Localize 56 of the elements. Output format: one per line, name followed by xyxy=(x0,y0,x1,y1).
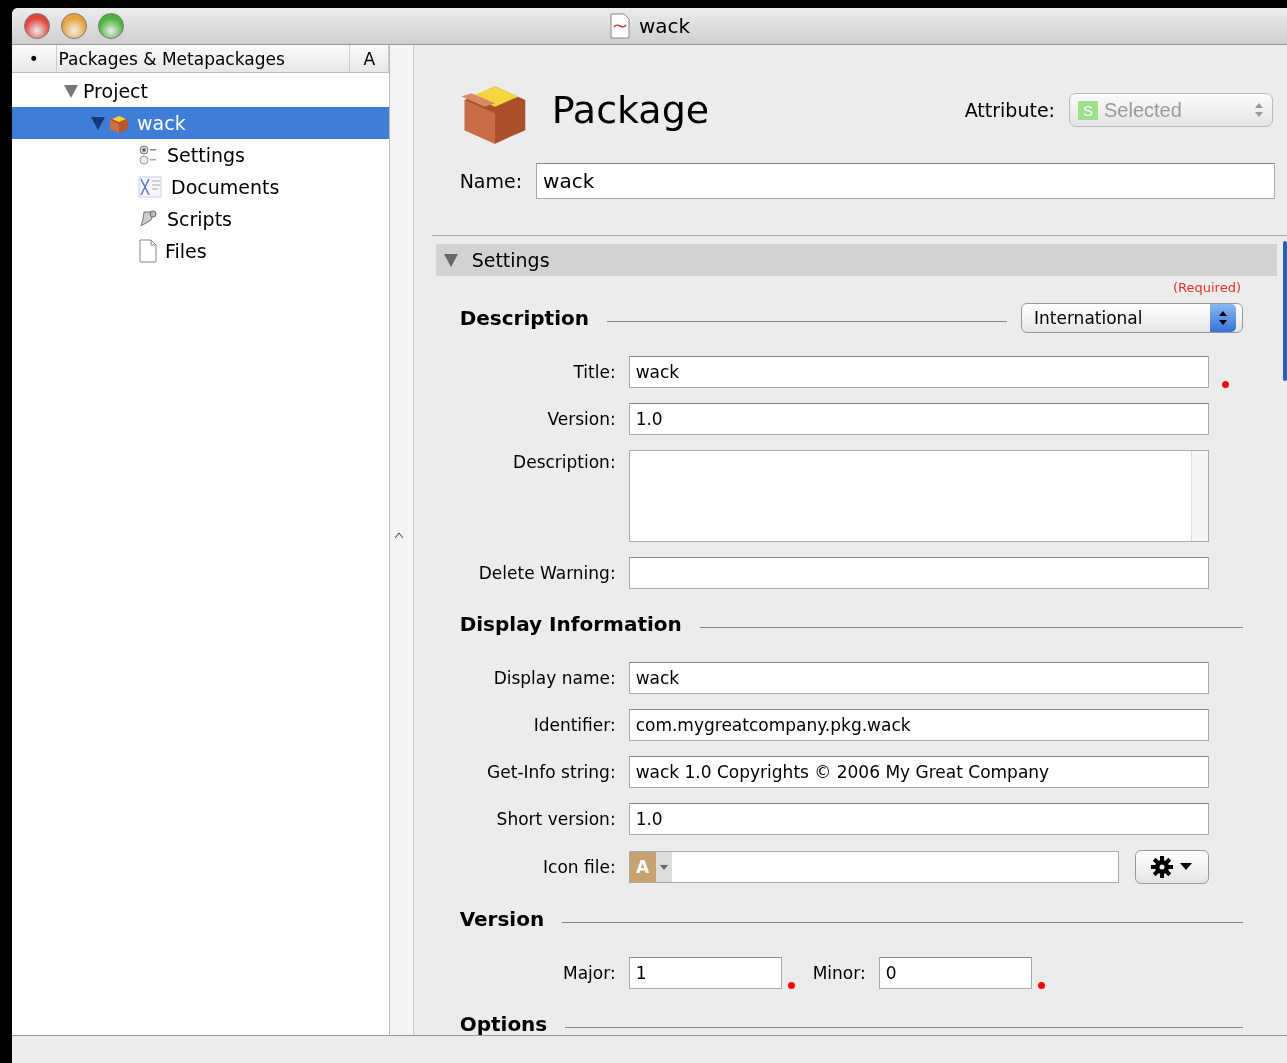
text-field[interactable]: 1.0 xyxy=(628,803,1209,835)
tree-item[interactable]: Files xyxy=(12,235,389,267)
field-label: Delete Warning: xyxy=(477,563,616,583)
text-field[interactable] xyxy=(628,557,1209,589)
scrollbar-thumb[interactable] xyxy=(1283,241,1287,381)
text-field[interactable]: 0 xyxy=(878,957,1032,989)
splitter-handle-icon[interactable] xyxy=(395,533,403,538)
file-icon xyxy=(138,239,158,263)
package-icon xyxy=(108,113,130,133)
tree-item[interactable]: wack xyxy=(12,107,389,139)
group-heading: Options xyxy=(459,1012,548,1035)
field-label: Minor: xyxy=(812,963,866,983)
stepper-arrows-icon xyxy=(1210,304,1236,332)
section-header[interactable]: Settings xyxy=(435,244,1277,276)
field-label: Description: xyxy=(512,452,616,472)
zoom-button[interactable] xyxy=(98,13,124,39)
field-label: Attribute: xyxy=(964,99,1055,121)
group-heading: Display Information xyxy=(459,612,682,636)
language-popup[interactable]: International xyxy=(1021,303,1243,333)
text-area[interactable] xyxy=(628,450,1209,542)
field-label: Name: xyxy=(459,170,523,192)
field-label: Title: xyxy=(572,362,616,382)
caret-icon xyxy=(1178,863,1193,871)
group-heading: Version xyxy=(459,907,545,931)
tree-item[interactable]: Settings xyxy=(12,139,389,171)
required-note: (Required) xyxy=(1173,280,1241,295)
disclosure-triangle-icon[interactable] xyxy=(443,253,458,267)
name-field[interactable]: wack xyxy=(536,163,1275,199)
window-title: wack xyxy=(638,14,691,38)
gear-icon xyxy=(1150,856,1173,878)
action-menu-button[interactable] xyxy=(1134,850,1209,884)
column-header[interactable]: A xyxy=(350,45,389,72)
scroll-icon xyxy=(138,208,160,230)
column-header[interactable]: • xyxy=(12,45,57,72)
text-field[interactable]: wack 1.0 Copyrights © 2006 My Great Company xyxy=(628,756,1209,788)
column-header[interactable]: Packages & Metapackages xyxy=(56,45,351,72)
field-label: Icon file: xyxy=(542,857,616,877)
text-field[interactable]: wack xyxy=(628,356,1209,388)
document-icon xyxy=(138,176,164,198)
text-field[interactable]: 1 xyxy=(628,957,782,989)
minimize-button[interactable] xyxy=(61,13,87,39)
field-label: Version: xyxy=(546,409,616,429)
field-label: Major: xyxy=(562,963,616,983)
panel-title: Package xyxy=(551,88,711,132)
document-icon xyxy=(608,13,631,39)
field-label: Identifier: xyxy=(532,715,616,735)
text-field[interactable]: wack xyxy=(628,662,1209,694)
text-field[interactable]: com.mygreatcompany.pkg.wack xyxy=(628,709,1209,741)
close-button[interactable] xyxy=(24,13,50,39)
tree-item[interactable]: Scripts xyxy=(12,203,389,235)
field-label: Display name: xyxy=(492,668,616,688)
field-label: Get-Info string: xyxy=(486,762,616,782)
group-heading: Description xyxy=(459,306,589,330)
text-field[interactable]: 1.0 xyxy=(628,403,1209,435)
field-label: Short version: xyxy=(495,809,616,829)
tree-item[interactable]: Documents xyxy=(12,171,389,203)
